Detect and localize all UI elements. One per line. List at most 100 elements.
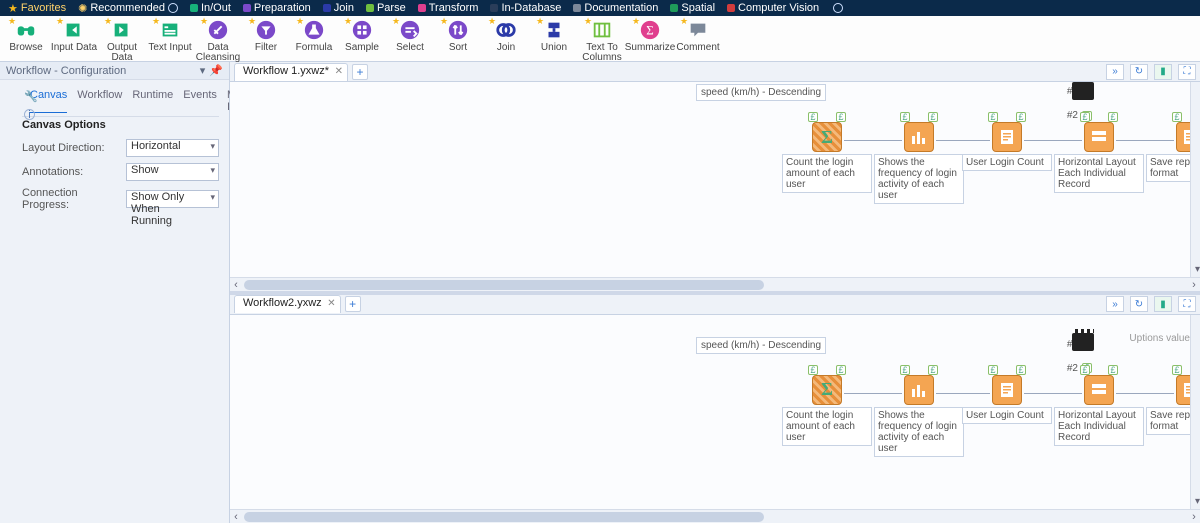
fullscreen-button[interactable]: ⛶ xyxy=(1178,296,1196,312)
sidebar-tab-workflow[interactable]: Workflow xyxy=(77,89,122,113)
overflow-button[interactable]: » xyxy=(1106,64,1124,80)
scroll-left-icon[interactable]: ‹ xyxy=(230,279,242,291)
tool-label: Browse xyxy=(9,43,42,53)
input-port-icon[interactable]: £ xyxy=(808,112,818,122)
info-icon[interactable]: i xyxy=(24,109,35,120)
nav-tab-documentation[interactable]: Documentation xyxy=(569,0,662,16)
tool-data-cleansing[interactable]: ★Data Cleansing xyxy=(194,16,242,63)
pin-icon[interactable]: 📌 xyxy=(209,64,223,77)
config-select[interactable]: Show Only When Running xyxy=(126,190,219,208)
layout-node-icon xyxy=(1084,122,1114,152)
tool-formula[interactable]: ★Formula xyxy=(290,16,338,53)
tool-filter[interactable]: ★Filter xyxy=(242,16,290,53)
input-port-icon[interactable]: £ xyxy=(808,365,818,375)
workflow-canvas[interactable]: speed (km/h) - Descending#1£#2£Uptions v… xyxy=(230,315,1200,510)
nav-tab-computer-vision[interactable]: Computer Vision xyxy=(723,0,823,16)
output-port-icon[interactable]: £ xyxy=(836,365,846,375)
config-select[interactable]: Horizontal xyxy=(126,139,219,157)
refresh-button[interactable]: ↻ xyxy=(1130,64,1148,80)
chevron-down-icon[interactable]: ▾ xyxy=(1195,264,1200,275)
nav-tab-preparation[interactable]: Preparation xyxy=(239,0,315,16)
scroll-left-icon[interactable]: ‹ xyxy=(230,511,242,523)
canvas-node[interactable]: ££ΣCount the login amount of each user xyxy=(782,112,872,193)
tool-output-data[interactable]: ★Output Data xyxy=(98,16,146,63)
sidebar-tab-runtime[interactable]: Runtime xyxy=(132,89,173,113)
sidebar-tab-events[interactable]: Events xyxy=(183,89,217,113)
tool-browse[interactable]: ★Browse xyxy=(2,16,50,53)
input-port-icon[interactable]: £ xyxy=(900,112,910,122)
scroll-thumb[interactable] xyxy=(244,280,764,290)
tool-join[interactable]: ★Join xyxy=(482,16,530,53)
nav-tab-favorites[interactable]: ★Favorites xyxy=(4,0,70,16)
output-port-icon[interactable]: £ xyxy=(928,112,938,122)
canvas-node[interactable]: ££User Login Count xyxy=(962,112,1052,171)
output-port-icon[interactable]: £ xyxy=(1016,112,1026,122)
tool-sort[interactable]: ★Sort xyxy=(434,16,482,53)
workflow-tab[interactable]: Workflow2.yxwz✕ xyxy=(234,295,341,313)
nav-tab-spatial[interactable]: Spatial xyxy=(666,0,719,16)
canvas-node[interactable]: ££Horizontal Layout Each Individual Reco… xyxy=(1054,365,1144,446)
add-tab-button[interactable]: + xyxy=(352,64,368,80)
tool-label: Union xyxy=(541,43,567,53)
nav-tab-recommended[interactable]: ✺Recommended xyxy=(74,0,182,16)
fullscreen-button[interactable]: ⛶ xyxy=(1178,64,1196,80)
scroll-right-icon[interactable]: › xyxy=(1188,511,1200,523)
stop-button[interactable]: ▮ xyxy=(1154,64,1172,80)
input-port-icon[interactable]: £ xyxy=(1172,112,1182,122)
canvas-node[interactable]: ££User Login Count xyxy=(962,365,1052,424)
output-port-icon[interactable]: £ xyxy=(928,365,938,375)
input-port-icon[interactable]: £ xyxy=(1080,112,1090,122)
workflow-tab[interactable]: Workflow 1.yxwz*✕ xyxy=(234,63,348,81)
tool-select[interactable]: ★Select xyxy=(386,16,434,53)
collapse-icon[interactable]: ▾ xyxy=(200,64,206,77)
input-port-icon[interactable]: £ xyxy=(1080,365,1090,375)
nav-tab-parse[interactable]: Parse xyxy=(362,0,410,16)
config-select[interactable]: Show xyxy=(126,163,219,181)
video-node-icon[interactable] xyxy=(1072,333,1094,351)
input-port-icon[interactable]: £ xyxy=(988,365,998,375)
tool-text-to-columns[interactable]: ★Text To Columns xyxy=(578,16,626,63)
vertical-scrollbar[interactable]: ▾ xyxy=(1190,82,1200,277)
input-port-icon[interactable]: £ xyxy=(1172,365,1182,375)
scroll-thumb[interactable] xyxy=(244,512,764,522)
input-port-icon[interactable]: £ xyxy=(988,112,998,122)
add-tab-button[interactable]: + xyxy=(345,296,361,312)
tool-text-input[interactable]: ★Text Input xyxy=(146,16,194,53)
workflow-tab-bar: Workflow2.yxwz✕+ » ↻ ▮ ⛶ xyxy=(230,295,1200,315)
workflow-canvas[interactable]: speed (km/h) - Descending#1£#2£££ΣCount … xyxy=(230,82,1200,277)
output-port-icon[interactable]: £ xyxy=(1016,365,1026,375)
output-port-icon[interactable]: £ xyxy=(1108,365,1118,375)
tool-comment[interactable]: ★Comment xyxy=(674,16,722,53)
nav-tab-in-database[interactable]: In-Database xyxy=(486,0,565,16)
nav-tab-in-out[interactable]: In/Out xyxy=(186,0,235,16)
horizontal-scrollbar[interactable]: ‹› xyxy=(230,509,1200,523)
wrench-icon[interactable]: 🔧 xyxy=(24,90,36,103)
nav-tab-transform[interactable]: Transform xyxy=(414,0,483,16)
vertical-scrollbar[interactable]: ▾ xyxy=(1190,315,1200,510)
stop-button[interactable]: ▮ xyxy=(1154,296,1172,312)
output-port-icon[interactable]: £ xyxy=(836,112,846,122)
clock-icon[interactable] xyxy=(833,3,843,13)
canvas-node[interactable]: ££Horizontal Layout Each Individual Reco… xyxy=(1054,112,1144,193)
refresh-button[interactable]: ↻ xyxy=(1130,296,1148,312)
tool-summarize[interactable]: ★ΣSummarize xyxy=(626,16,674,53)
canvas-node[interactable]: ££Shows the frequency of login activity … xyxy=(874,365,964,457)
close-icon[interactable]: ✕ xyxy=(327,298,335,309)
video-node-icon[interactable] xyxy=(1072,82,1094,100)
output-port-icon[interactable]: £ xyxy=(1108,112,1118,122)
input-port-icon[interactable]: £ xyxy=(900,365,910,375)
canvas-node[interactable]: ££ΣCount the login amount of each user xyxy=(782,365,872,446)
overflow-button[interactable]: » xyxy=(1106,296,1124,312)
horizontal-scrollbar[interactable]: ‹› xyxy=(230,277,1200,291)
flask-icon: ★ xyxy=(302,18,326,42)
scroll-right-icon[interactable]: › xyxy=(1188,279,1200,291)
tool-union[interactable]: ★Union xyxy=(530,16,578,53)
nav-tab-join[interactable]: Join xyxy=(319,0,358,16)
tool-input-data[interactable]: ★Input Data xyxy=(50,16,98,53)
tool-label: Text To Columns xyxy=(578,43,626,63)
tool-sample[interactable]: ★Sample xyxy=(338,16,386,53)
close-icon[interactable]: ✕ xyxy=(335,66,343,77)
canvas-node[interactable]: ££Shows the frequency of login activity … xyxy=(874,112,964,204)
clock-icon[interactable] xyxy=(168,3,178,13)
chevron-down-icon[interactable]: ▾ xyxy=(1195,496,1200,507)
